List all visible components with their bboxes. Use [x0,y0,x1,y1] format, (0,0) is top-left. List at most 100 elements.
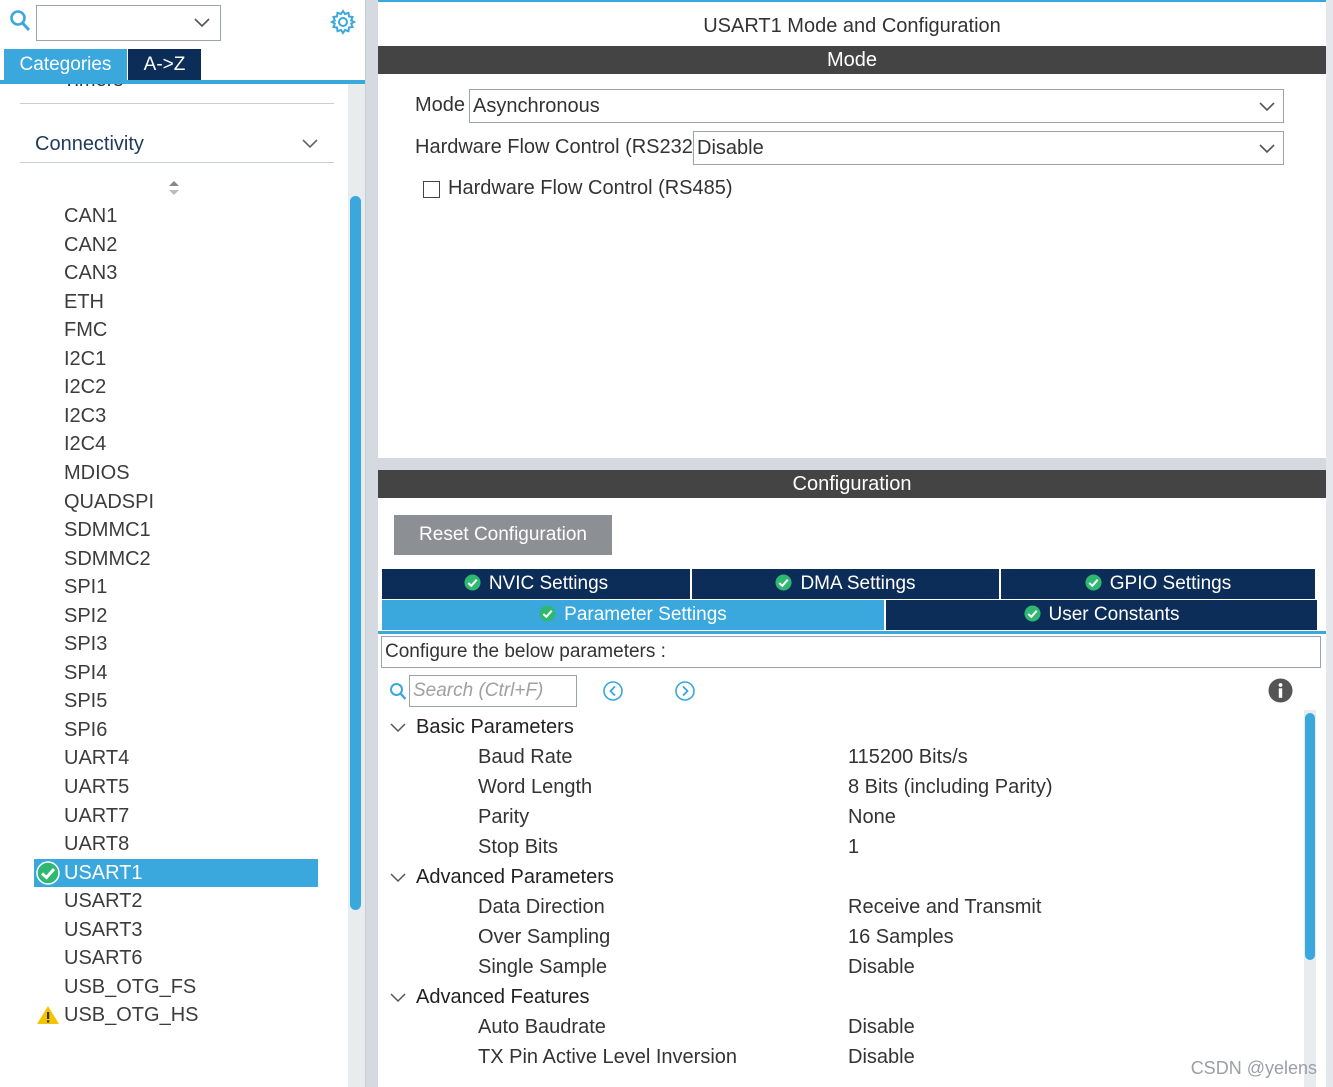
peripheral-label: MDIOS [64,461,130,484]
left-scrollbar-thumb[interactable] [350,196,361,910]
configuration-panel: Configuration Reset Configuration NVIC S… [378,470,1326,1087]
peripheral-label: QUADSPI [64,490,155,513]
parameter-row[interactable]: Word Length 8 Bits (including Parity) [478,772,1278,802]
next-match-icon[interactable] [674,680,696,702]
parameter-name: Data Direction [478,896,605,918]
search-icon[interactable] [389,682,407,702]
chevron-down-icon [390,873,406,883]
category-connectivity-label: Connectivity [35,133,144,155]
parameter-name: Single Sample [478,956,607,978]
parameter-name: Baud Rate [478,746,573,768]
peripheral-item-usart6[interactable]: USART6 [34,944,318,972]
peripheral-item-uart5[interactable]: UART5 [34,773,318,801]
peripheral-item-i2c4[interactable]: I2C4 [34,430,318,458]
peripheral-item-usart1[interactable]: USART1 [34,858,318,887]
peripheral-item-quadspi[interactable]: QUADSPI [34,488,318,516]
hfc-rs232-label: Hardware Flow Control (RS232) [415,136,700,158]
chevron-down-icon [1259,102,1275,112]
parameter-row[interactable]: Single Sample Disable [478,952,1278,982]
tab-a-to-z[interactable]: A->Z [128,49,201,81]
peripheral-label: SPI3 [64,633,108,656]
parameter-section[interactable]: Advanced Features [388,982,589,1012]
peripheral-item-spi6[interactable]: SPI6 [34,716,318,744]
tab-nvic-settings-label: NVIC Settings [488,573,609,594]
peripheral-item-uart7[interactable]: UART7 [34,802,318,830]
parameter-section[interactable]: Advanced Parameters [388,862,614,892]
peripheral-item-mdios[interactable]: MDIOS [34,459,318,487]
parameter-section[interactable]: Basic Parameters [388,712,574,742]
peripheral-label: USB_OTG_FS [64,975,197,998]
tab-dma-settings[interactable]: DMA Settings [692,569,999,599]
info-icon[interactable] [1268,678,1293,703]
parameter-value: 115200 Bits/s [848,746,968,768]
peripheral-item-i2c3[interactable]: I2C3 [34,402,318,430]
peripheral-item-fmc[interactable]: FMC [34,316,318,344]
parameter-row[interactable]: Stop Bits 1 [478,832,1278,862]
check-circle-icon [1085,574,1102,591]
peripheral-item-spi5[interactable]: SPI5 [34,687,318,715]
reset-configuration-button[interactable]: Reset Configuration [394,515,612,555]
mode-select[interactable]: Asynchronous [469,89,1284,123]
peripheral-label: USART6 [64,947,143,970]
peripheral-item-can2[interactable]: CAN2 [34,231,318,259]
peripheral-item-uart8[interactable]: UART8 [34,830,318,858]
parameters-description: Configure the below parameters : [381,636,1321,668]
tab-categories[interactable]: Categories [4,49,127,81]
gear-icon[interactable] [330,9,356,35]
parameter-search-input[interactable]: Search (Ctrl+F) [409,675,577,707]
tab-user-constants[interactable]: User Constants [886,600,1317,630]
peripheral-label: SPI5 [64,690,108,713]
previous-match-icon[interactable] [602,680,624,702]
check-circle-icon [775,574,792,591]
parameter-row[interactable]: Parity None [478,802,1278,832]
parameter-value: Receive and Transmit [848,896,1042,918]
parameter-scrollbar-thumb[interactable] [1305,713,1315,960]
parameter-row[interactable]: TX Pin Active Level Inversion Disable [478,1042,1278,1072]
parameter-section-label: Advanced Parameters [416,866,614,888]
tab-parameter-settings-label: Parameter Settings [564,604,727,625]
parameter-row[interactable]: Baud Rate 115200 Bits/s [478,742,1278,772]
peripheral-item-eth[interactable]: ETH [34,288,318,316]
hfc-rs232-value: Disable [697,137,764,159]
peripheral-item-spi1[interactable]: SPI1 [34,573,318,601]
parameter-row[interactable]: Over Sampling 16 Samples [478,922,1278,952]
tab-parameter-settings[interactable]: Parameter Settings [382,600,884,630]
peripheral-label: UART7 [64,804,130,827]
check-circle-icon [464,574,481,591]
peripheral-label: CAN1 [64,205,118,227]
parameter-section-label: Basic Parameters [416,716,574,738]
configuration-section-header: Configuration [378,470,1326,498]
peripheral-label: USART3 [64,918,143,941]
peripheral-item-sdmmc1[interactable]: SDMMC1 [34,516,318,544]
peripheral-item-spi3[interactable]: SPI3 [34,630,318,658]
peripheral-item-usart3[interactable]: USART3 [34,916,318,944]
tab-gpio-settings[interactable]: GPIO Settings [1001,569,1315,599]
hfc-rs485-checkbox[interactable] [423,181,440,198]
page-title: USART1 Mode and Configuration [378,0,1326,46]
peripheral-item-uart4[interactable]: UART4 [34,744,318,772]
peripheral-item-spi2[interactable]: SPI2 [34,602,318,630]
peripheral-search-combo[interactable] [36,5,221,41]
hfc-rs232-select[interactable]: Disable [693,131,1284,165]
peripheral-label: SDMMC2 [64,547,151,570]
peripheral-item-i2c2[interactable]: I2C2 [34,373,318,401]
peripheral-item-can1[interactable]: CAN1 [34,202,318,230]
peripheral-item-usb_otg_hs[interactable]: USB_OTG_HS [34,1001,318,1029]
category-connectivity[interactable]: Connectivity [20,124,334,163]
tab-underline [0,80,365,84]
settings-tabs-row-1: NVIC Settings DMA Settings GPIO Settings [382,569,1317,599]
parameter-row[interactable]: Auto Baudrate Disable [478,1012,1278,1042]
peripheral-item-sdmmc2[interactable]: SDMMC2 [34,545,318,573]
peripheral-item-usb_otg_fs[interactable]: USB_OTG_FS [34,973,318,1001]
search-icon[interactable] [9,9,31,33]
sort-icon[interactable] [167,180,181,196]
parameter-row[interactable]: Data Direction Receive and Transmit [478,892,1278,922]
peripheral-item-spi4[interactable]: SPI4 [34,659,318,687]
tab-nvic-settings[interactable]: NVIC Settings [382,569,690,599]
chevron-down-icon [390,993,406,1003]
peripheral-item-i2c1[interactable]: I2C1 [34,345,318,373]
peripheral-item-usart2[interactable]: USART2 [34,887,318,915]
peripheral-label: UART8 [64,833,130,856]
parameter-value: 8 Bits (including Parity) [848,776,1053,798]
peripheral-item-can3[interactable]: CAN3 [34,259,318,287]
